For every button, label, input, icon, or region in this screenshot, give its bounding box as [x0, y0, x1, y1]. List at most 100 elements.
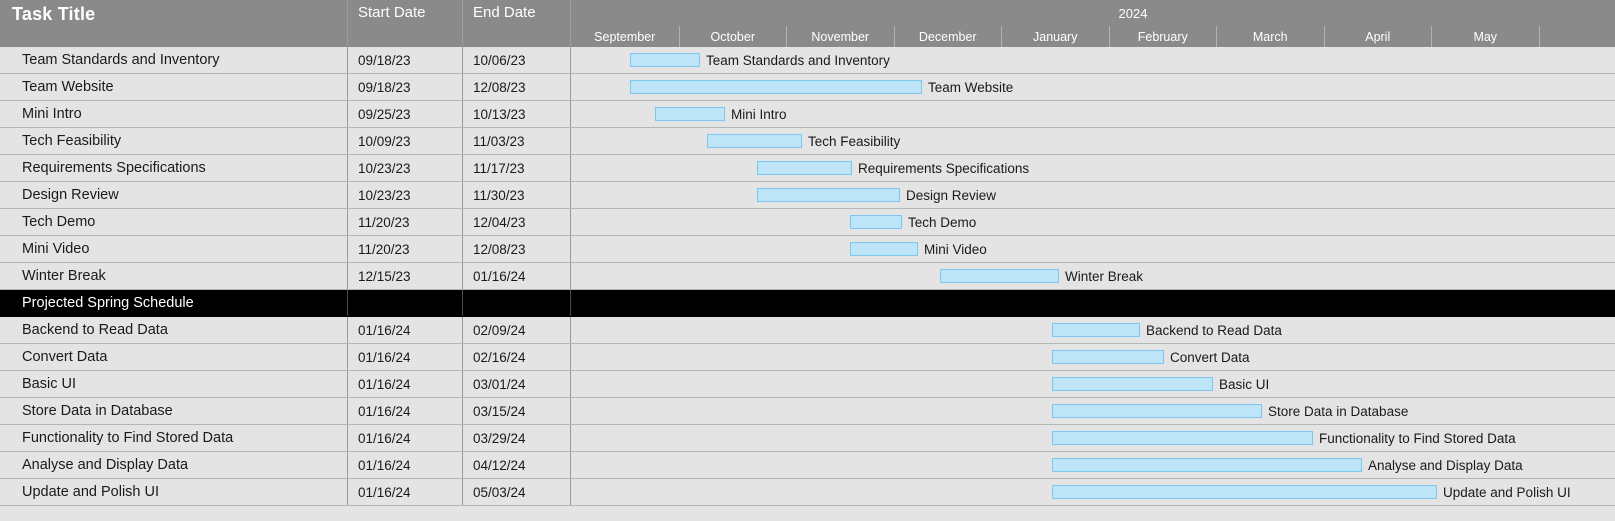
- table-row[interactable]: Winter Break 12/15/23 01/16/24 Winter Break: [0, 263, 1615, 290]
- gantt-bar[interactable]: [707, 134, 802, 148]
- table-row[interactable]: Team Standards and Inventory 09/18/23 10/0…: [0, 47, 1615, 74]
- task-rows: Team Standards and Inventory 09/18/23 10/0…: [0, 47, 1615, 521]
- table-row[interactable]: Analyse and Display Data 01/16/24 04/12/24…: [0, 452, 1615, 479]
- table-header: Task Title Start Date End Date 2024 Sept…: [0, 0, 1615, 47]
- table-row[interactable]: Mini Intro 09/25/23 10/13/23 Mini Intro: [0, 101, 1615, 128]
- timeline-lane: Team Website: [570, 74, 1615, 100]
- gantt-bar-label: Basic UI: [1219, 376, 1270, 392]
- month-column-january[interactable]: January: [1001, 26, 1109, 47]
- timeline-lane: Analyse and Display Data: [570, 452, 1615, 478]
- gantt-bar[interactable]: [1052, 323, 1140, 337]
- table-row[interactable]: Tech Feasibility 10/09/23 11/03/23 Tech Fea…: [0, 128, 1615, 155]
- month-column-february[interactable]: February: [1108, 26, 1217, 47]
- cell-task-title: Winter Break: [22, 268, 106, 284]
- table-row[interactable]: Functionality to Find Stored Data 01/16/2…: [0, 425, 1615, 452]
- month-column-november[interactable]: November: [786, 26, 894, 47]
- gantt-bar-label: Functionality to Find Stored Data: [1319, 430, 1516, 446]
- cell-end-date: 11/17/23: [462, 155, 570, 181]
- cell-end-date: 03/29/24: [462, 425, 570, 451]
- gantt-bar[interactable]: [630, 80, 922, 94]
- month-column-october[interactable]: October: [678, 26, 787, 47]
- cell-task-title: Basic UI: [22, 376, 76, 392]
- cell-end-date: [462, 290, 570, 316]
- cell-task-title: Design Review: [22, 187, 119, 203]
- cell-task-title: Mini Intro: [22, 106, 82, 122]
- cell-end-date: 02/16/24: [462, 344, 570, 370]
- cell-task-title: Convert Data: [22, 349, 108, 365]
- cell-end-date: 10/06/23: [462, 47, 570, 73]
- table-row[interactable]: Update and Polish UI 01/16/24 05/03/24 Upda…: [0, 479, 1615, 506]
- gantt-bar-label: Design Review: [906, 187, 997, 203]
- timeline-lane: Tech Demo: [570, 209, 1615, 235]
- column-header-end-date[interactable]: End Date: [462, 0, 570, 47]
- cell-start-date: 09/25/23: [347, 101, 462, 127]
- month-column-april[interactable]: April: [1323, 26, 1432, 47]
- timeline-lane: Convert Data: [570, 344, 1615, 370]
- cell-end-date: 04/12/24: [462, 452, 570, 478]
- month-column-march[interactable]: March: [1216, 26, 1324, 47]
- table-row[interactable]: Basic UI 01/16/24 03/01/24 Basic UI: [0, 371, 1615, 398]
- table-row[interactable]: Store Data in Database 01/16/24 03/15/24 St…: [0, 398, 1615, 425]
- gantt-bar-label: Update and Polish UI: [1443, 484, 1571, 500]
- cell-end-date: 11/30/23: [462, 182, 570, 208]
- cell-start-date: 01/16/24: [347, 371, 462, 397]
- month-column-may[interactable]: May: [1431, 26, 1539, 47]
- gantt-bar-label: Analyse and Display Data: [1368, 457, 1523, 473]
- table-row[interactable]: Design Review 10/23/23 11/30/23 Design Revi…: [0, 182, 1615, 209]
- gantt-bar-label: Mini Intro: [731, 106, 787, 122]
- table-row[interactable]: Backend to Read Data 01/16/24 02/09/24 Back…: [0, 317, 1615, 344]
- gantt-bar[interactable]: [1052, 350, 1164, 364]
- gantt-bar[interactable]: [850, 215, 902, 229]
- cell-task-title: Update and Polish UI: [22, 484, 160, 500]
- table-row[interactable]: Convert Data 01/16/24 02/16/24 Convert Data: [0, 344, 1615, 371]
- cell-start-date: 12/15/23: [347, 263, 462, 289]
- cell-end-date: 10/13/23: [462, 101, 570, 127]
- table-row[interactable]: Mini Video 11/20/23 12/08/23 Mini Video: [0, 236, 1615, 263]
- month-column-september[interactable]: September: [571, 26, 679, 47]
- gantt-bar-label: Store Data in Database: [1268, 403, 1409, 419]
- gantt-bar[interactable]: [1052, 458, 1362, 472]
- gantt-bar[interactable]: [757, 161, 852, 175]
- cell-task-title: Functionality to Find Stored Data: [22, 430, 234, 446]
- gantt-bar[interactable]: [1052, 377, 1213, 391]
- column-header-task-title[interactable]: Task Title: [0, 0, 347, 47]
- timeline-month-axis: September October November December January F…: [570, 26, 1615, 47]
- timeline-lane: Team Standards and Inventory: [570, 47, 1615, 73]
- gantt-bar[interactable]: [757, 188, 900, 202]
- table-row[interactable]: Requirements Specifications 10/23/23 11/17…: [0, 155, 1615, 182]
- cell-start-date: 10/23/23: [347, 155, 462, 181]
- gantt-bar[interactable]: [1052, 404, 1262, 418]
- cell-task-title: Team Standards and Inventory: [22, 52, 220, 68]
- gantt-bar[interactable]: [1052, 431, 1313, 445]
- gantt-bar[interactable]: [630, 53, 700, 67]
- timeline-lane: Update and Polish UI: [570, 479, 1615, 505]
- cell-end-date: 12/08/23: [462, 236, 570, 262]
- gantt-bar-label: Mini Video: [924, 241, 987, 257]
- timeline-lane: Functionality to Find Stored Data: [570, 425, 1615, 451]
- month-column-december[interactable]: December: [893, 26, 1002, 47]
- cell-start-date: 01/16/24: [347, 344, 462, 370]
- section-row[interactable]: Projected Spring Schedule: [0, 290, 1615, 317]
- cell-start-date: 11/20/23: [347, 236, 462, 262]
- gantt-bar-label: Tech Demo: [908, 214, 977, 230]
- gantt-bar[interactable]: [940, 269, 1059, 283]
- timeline-lane: Requirements Specifications: [570, 155, 1615, 181]
- cell-task-title: Mini Video: [22, 241, 90, 257]
- gantt-bar[interactable]: [850, 242, 918, 256]
- cell-start-date: 01/16/24: [347, 425, 462, 451]
- cell-start-date: 09/18/23: [347, 74, 462, 100]
- table-row[interactable]: Tech Demo 11/20/23 12/04/23 Tech Demo: [0, 209, 1615, 236]
- cell-start-date: 10/09/23: [347, 128, 462, 154]
- timeline-lane: Store Data in Database: [570, 398, 1615, 424]
- gantt-bar-label: Team Standards and Inventory: [706, 52, 890, 68]
- gantt-bar[interactable]: [1052, 485, 1437, 499]
- cell-start-date: 09/18/23: [347, 47, 462, 73]
- cell-task-title: Projected Spring Schedule: [22, 295, 194, 311]
- gantt-bar-label: Tech Feasibility: [808, 133, 901, 149]
- timeline-lane: Mini Intro: [570, 101, 1615, 127]
- column-header-start-date[interactable]: Start Date: [347, 0, 462, 47]
- gantt-bar[interactable]: [655, 107, 725, 121]
- table-row[interactable]: Team Website 09/18/23 12/08/23 Team Website: [0, 74, 1615, 101]
- cell-end-date: 12/08/23: [462, 74, 570, 100]
- timeline-lane: Basic UI: [570, 371, 1615, 397]
